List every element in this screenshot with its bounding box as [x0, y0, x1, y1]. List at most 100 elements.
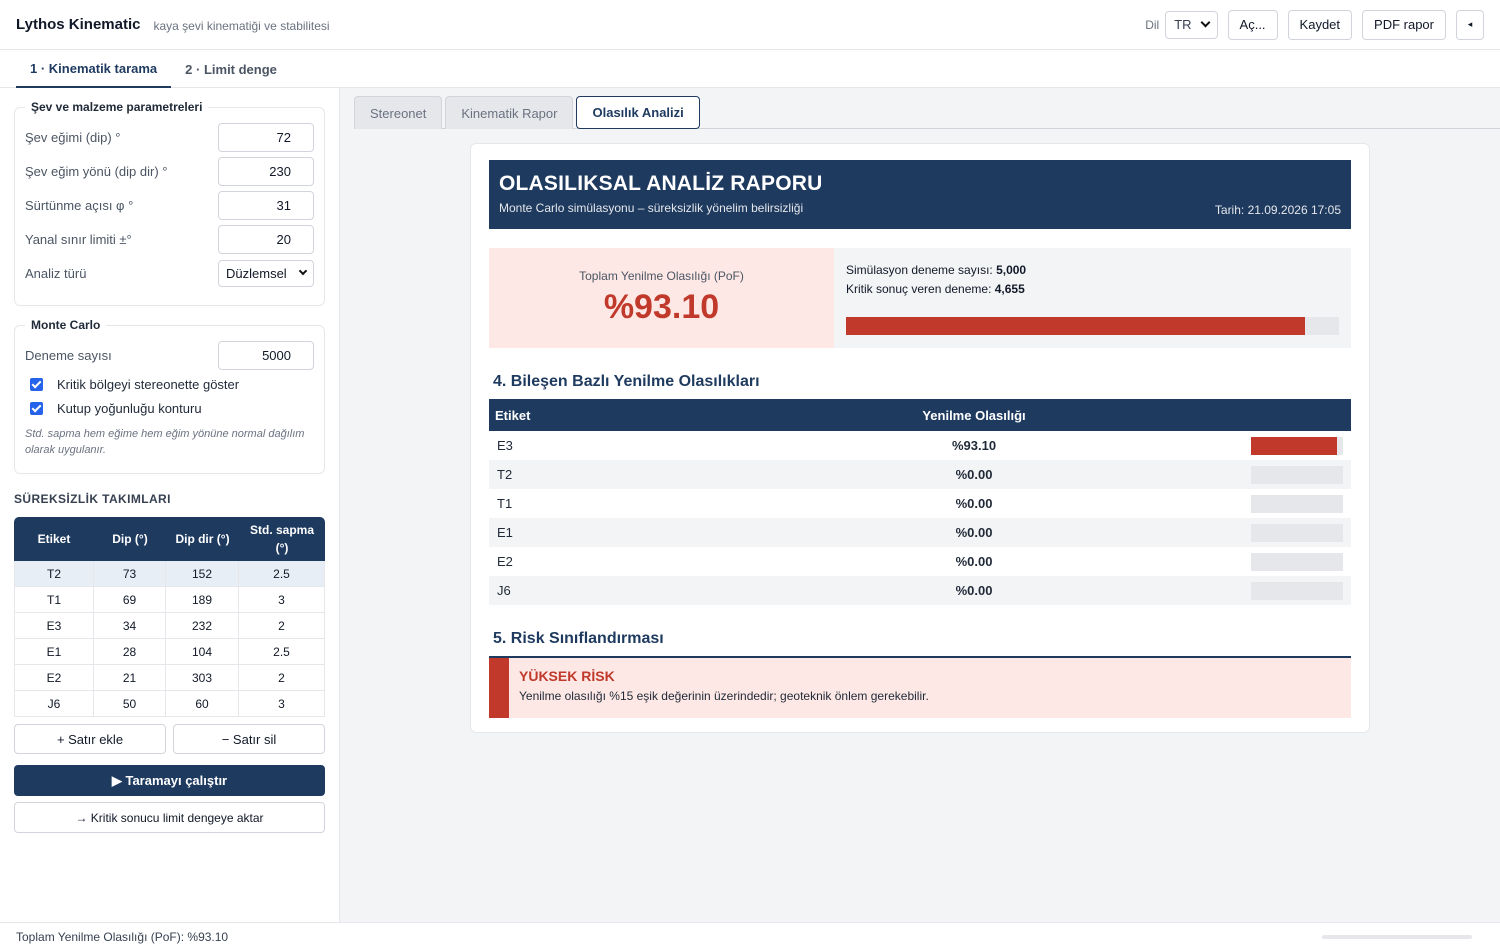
comp-bar-header: [1039, 399, 1351, 431]
crit-count-line: Kritik sonuç veren deneme: 4,655: [846, 280, 1339, 299]
table-row[interactable]: E3 34 232 2: [14, 613, 325, 639]
trials-row: Deneme sayısı 5000: [25, 338, 314, 372]
table-cell[interactable]: 2: [239, 665, 325, 691]
analysis-type-select[interactable]: Düzlemsel: [218, 259, 314, 287]
report-date: Tarih: 21.09.2026 17:05: [1214, 203, 1341, 217]
comp-label-header: Etiket: [489, 399, 909, 431]
table-cell[interactable]: 34: [94, 613, 166, 639]
col-dip-header: Dip (°): [94, 517, 166, 561]
table-cell[interactable]: E1: [14, 639, 94, 665]
param-label: Sürtünme açısı φ °: [25, 197, 134, 213]
table-cell[interactable]: J6: [14, 691, 94, 717]
param-row-lateral: Yanal sınır limiti ±° 20: [25, 222, 314, 256]
tab-kinematic-report[interactable]: Kinematik Rapor: [445, 96, 574, 129]
table-cell[interactable]: 69: [94, 587, 166, 613]
critical-zone-checkbox-row[interactable]: Kritik bölgeyi stereonette göster: [25, 372, 314, 396]
pof-label: Toplam Yenilme Olasılığı (PoF): [579, 269, 744, 283]
slope-params-group: Şev ve malzeme parametreleri Şev eğimi (…: [14, 100, 325, 306]
component-bar-cell: [1039, 489, 1351, 518]
left-panel: Şev ve malzeme parametreleri Şev eğimi (…: [0, 88, 340, 922]
table-cell[interactable]: 50: [94, 691, 166, 717]
pof-summary: Toplam Yenilme Olasılığı (PoF) %93.10 Si…: [489, 248, 1351, 348]
step-tabs: 1 · Kinematik tarama 2 · Limit denge: [0, 50, 1500, 88]
slope-dipdir-input[interactable]: 230: [218, 156, 314, 186]
collapse-panel-button[interactable]: ◂: [1456, 9, 1484, 40]
remove-row-button[interactable]: − Satır sil: [173, 724, 325, 754]
table-row[interactable]: E1 28 104 2.5: [14, 639, 325, 665]
pdf-report-button[interactable]: PDF rapor: [1362, 9, 1446, 40]
table-cell[interactable]: 2.5: [239, 561, 325, 587]
tab-limit-equilibrium[interactable]: 2 · Limit denge: [171, 50, 291, 88]
transfer-to-limit-equilibrium-button[interactable]: → Kritik sonucu limit dengeye aktar: [14, 802, 325, 833]
tab-stereonet[interactable]: Stereonet: [354, 96, 443, 129]
table-cell[interactable]: 189: [166, 587, 239, 613]
add-row-button[interactable]: + Satır ekle: [14, 724, 166, 754]
pole-density-checkbox[interactable]: [30, 401, 43, 415]
table-header-row: Etiket Yenilme Olasılığı: [489, 399, 1351, 431]
table-cell[interactable]: 60: [166, 691, 239, 717]
run-scan-button[interactable]: ▶ Taramayı çalıştır: [14, 765, 325, 796]
slope-dip-input[interactable]: 72: [218, 122, 314, 152]
table-cell[interactable]: E2: [14, 665, 94, 691]
component-label: T1: [497, 496, 513, 511]
table-cell[interactable]: 3: [239, 691, 325, 717]
param-row-friction: Sürtünme açısı φ ° 31: [25, 188, 314, 222]
sim-count-value: 5,000: [996, 263, 1027, 277]
component-bar: [1251, 494, 1343, 513]
friction-angle-input[interactable]: 31: [218, 190, 314, 220]
component-bar: [1251, 552, 1343, 571]
tab-kinematic-scan[interactable]: 1 · Kinematik tarama: [16, 50, 172, 88]
comp-prob-header: Yenilme Olasılığı: [909, 399, 1039, 431]
critical-zone-checkbox[interactable]: [30, 377, 43, 391]
lateral-limit-input[interactable]: 20: [218, 224, 314, 254]
component-row: E3 %93.10: [489, 431, 1351, 460]
table-cell[interactable]: 2: [239, 613, 325, 639]
table-cell[interactable]: 73: [94, 561, 166, 587]
simulation-stats: Simülasyon deneme sayısı: 5,000 Kritik s…: [834, 248, 1351, 348]
table-cell[interactable]: 3: [239, 587, 325, 613]
col-stddev-header: Std. sapma (°): [239, 517, 325, 561]
pole-density-checkbox-row[interactable]: Kutup yoğunluğu konturu: [25, 396, 314, 420]
table-cell[interactable]: 104: [166, 639, 239, 665]
analysis-type-value: Düzlemsel: [226, 265, 287, 281]
risk-indicator: [489, 658, 509, 718]
table-cell[interactable]: 21: [94, 665, 166, 691]
table-cell[interactable]: 303: [166, 665, 239, 691]
component-probability: %0.00: [909, 576, 1039, 605]
table-cell[interactable]: 152: [166, 561, 239, 587]
language-select[interactable]: TR: [1165, 10, 1218, 39]
pole-density-label: Kutup yoğunluğu konturu: [57, 400, 202, 416]
component-label: E1: [489, 518, 909, 547]
tab-probability-analysis[interactable]: Olasılık Analizi: [576, 96, 700, 129]
table-row[interactable]: E2 21 303 2: [14, 665, 325, 691]
component-bar-cell: [1039, 576, 1351, 605]
component-probability: %0.00: [955, 554, 993, 569]
trials-label: Deneme sayısı: [25, 347, 112, 363]
chevron-down-icon: [298, 266, 308, 276]
pof-progress-bar: [846, 317, 1339, 335]
table-cell[interactable]: E3: [14, 613, 94, 639]
table-cell[interactable]: 28: [94, 639, 166, 665]
component-row: E2 %0.00: [489, 547, 1351, 576]
open-button[interactable]: Aç...: [1227, 9, 1278, 40]
table-cell[interactable]: T1: [14, 587, 94, 613]
table-row[interactable]: T2 73 152 2.5: [14, 561, 325, 587]
component-label: J6: [489, 576, 909, 605]
component-bar-fill: [1251, 436, 1337, 455]
app-subtitle: kaya şevi kinematiği ve stabilitesi: [153, 18, 330, 33]
crit-count-value: 4,655: [994, 282, 1025, 296]
risk-level: YÜKSEK RİSK: [519, 668, 615, 684]
table-cell[interactable]: 2.5: [239, 639, 325, 665]
table-row[interactable]: T1 69 189 3: [14, 587, 325, 613]
save-button[interactable]: Kaydet: [1287, 9, 1353, 40]
table-row[interactable]: J6 50 60 3: [14, 691, 325, 717]
status-bar: Toplam Yenilme Olasılığı (PoF): %93.10: [0, 922, 1500, 950]
slope-params-legend: Şev ve malzeme parametreleri: [31, 100, 203, 114]
table-cell[interactable]: T2: [14, 561, 94, 587]
app-header: Lythos Kinematic kaya şevi kinematiği ve…: [0, 0, 1500, 50]
component-probability-table: Etiket Yenilme Olasılığı E3 %93.10 T2 %0.00…: [489, 399, 1351, 605]
table-cell[interactable]: 232: [166, 613, 239, 639]
trials-input[interactable]: 5000: [218, 340, 314, 370]
table-header-row: Etiket Dip (°) Dip dir (°) Std. sapma (°…: [14, 517, 325, 561]
sim-count-label: Simülasyon deneme sayısı:: [846, 263, 997, 277]
